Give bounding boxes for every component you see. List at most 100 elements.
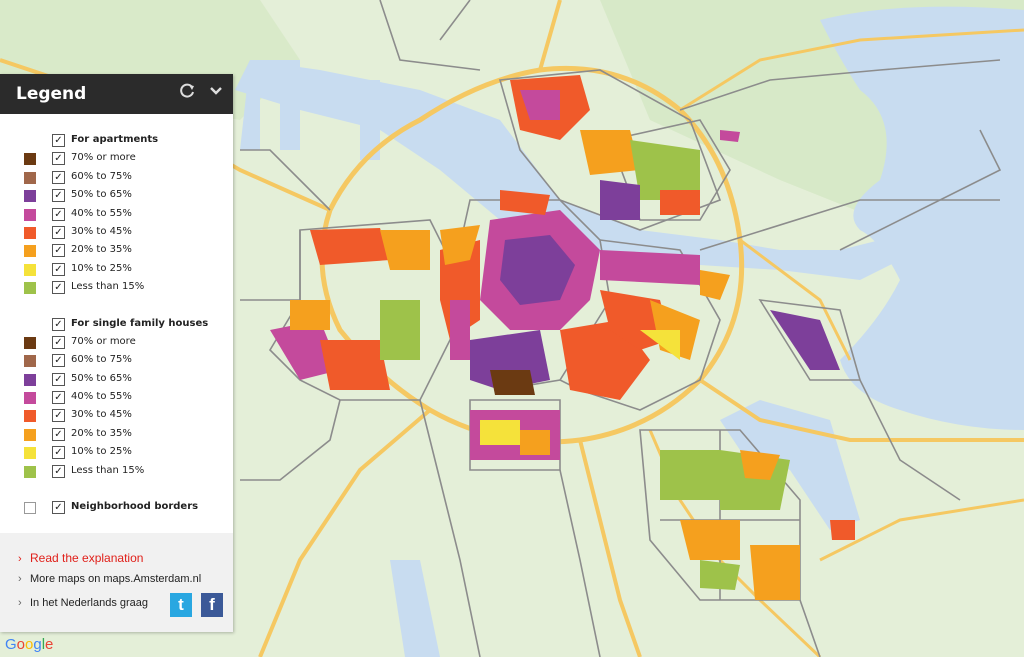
- legend-item: ✓ Less than 15%: [0, 279, 233, 297]
- legend-group-title: ✓ For single family houses: [0, 316, 233, 334]
- refresh-icon[interactable]: [178, 83, 198, 103]
- google-letter: e: [45, 636, 54, 653]
- item-checkbox[interactable]: ✓: [52, 262, 65, 276]
- legend-item: ✓ 40% to 55%: [0, 206, 233, 224]
- legend-item-label: 40% to 55%: [71, 391, 132, 403]
- legend-item: ✓ 70% or more: [0, 334, 233, 352]
- legend-spacer: [0, 481, 233, 499]
- chevron-right-icon: ›: [18, 573, 22, 585]
- facebook-button[interactable]: f: [201, 593, 223, 617]
- item-checkbox[interactable]: ✓: [52, 391, 65, 405]
- legend-item: ✓ 50% to 65%: [0, 371, 233, 389]
- legend-item-label: 60% to 75%: [71, 354, 132, 366]
- legend-spacer: [0, 298, 233, 316]
- legend-item: ✓ 30% to 45%: [0, 224, 233, 242]
- item-checkbox[interactable]: ✓: [52, 427, 65, 441]
- legend-item-label: 20% to 35%: [71, 427, 132, 439]
- color-swatch: [24, 465, 36, 478]
- legend-item: ✓ 40% to 55%: [0, 389, 233, 407]
- color-swatch: [24, 355, 36, 368]
- legend-group-title: ✓ For apartments: [0, 132, 233, 150]
- item-checkbox[interactable]: ✓: [52, 464, 65, 478]
- legend-item-label: 70% or more: [71, 152, 136, 164]
- legend-body: ✓ For apartments ✓ 70% or more ✓ 60% to 75% ✓ 5…: [0, 114, 233, 517]
- dutch-label: In het Nederlands graag: [30, 597, 149, 609]
- legend-item-label: 10% to 25%: [71, 446, 132, 458]
- google-letter: g: [33, 636, 42, 653]
- color-swatch: [24, 410, 36, 423]
- legend-item: ✓ 20% to 35%: [0, 426, 233, 444]
- item-checkbox[interactable]: ✓: [52, 335, 65, 349]
- legend-item: ✓ 50% to 65%: [0, 187, 233, 205]
- neighborhood-borders-row: ✓ Neighborhood borders: [0, 499, 233, 517]
- legend-item-label: 40% to 55%: [71, 207, 132, 219]
- color-swatch: [24, 447, 36, 460]
- legend-item: ✓ Less than 15%: [0, 463, 233, 481]
- color-swatch: [24, 245, 36, 258]
- legend-item-label: Less than 15%: [71, 464, 145, 476]
- read-explanation-label: Read the explanation: [30, 551, 144, 565]
- color-swatch: [24, 190, 36, 203]
- more-maps-link[interactable]: › More maps on maps.Amsterdam.nl: [18, 573, 201, 585]
- twitter-button[interactable]: t: [170, 593, 192, 617]
- dutch-link[interactable]: › In het Nederlands graag: [18, 597, 148, 609]
- item-checkbox[interactable]: ✓: [52, 354, 65, 368]
- color-swatch: [24, 336, 36, 349]
- borders-checkbox[interactable]: ✓: [52, 501, 65, 515]
- legend-title: Legend: [16, 84, 87, 104]
- group-checkbox[interactable]: ✓: [52, 317, 65, 331]
- border-swatch: [24, 502, 36, 515]
- legend-item-label: Less than 15%: [71, 281, 145, 293]
- color-swatch: [24, 392, 36, 405]
- item-checkbox[interactable]: ✓: [52, 409, 65, 423]
- borders-label: Neighborhood borders: [71, 501, 199, 513]
- item-checkbox[interactable]: ✓: [52, 446, 65, 460]
- group-title-label: For apartments: [71, 134, 159, 145]
- chevron-down-icon[interactable]: [206, 83, 226, 103]
- chevron-right-icon: ›: [18, 597, 22, 609]
- legend-item-label: 20% to 35%: [71, 244, 132, 256]
- color-swatch: [24, 282, 36, 295]
- legend-item: ✓ 70% or more: [0, 150, 233, 168]
- twitter-icon: t: [178, 595, 184, 614]
- item-checkbox[interactable]: ✓: [52, 189, 65, 203]
- google-letter: o: [16, 636, 26, 653]
- item-checkbox[interactable]: ✓: [52, 281, 65, 295]
- legend-header: Legend: [0, 74, 233, 114]
- chevron-right-icon: ›: [18, 553, 22, 565]
- item-checkbox[interactable]: ✓: [52, 207, 65, 221]
- more-maps-label: More maps on maps.Amsterdam.nl: [30, 573, 202, 585]
- google-logo: Google: [5, 636, 53, 653]
- item-checkbox[interactable]: ✓: [52, 152, 65, 166]
- legend-item: ✓ 10% to 25%: [0, 261, 233, 279]
- google-letter: G: [5, 636, 17, 653]
- legend-item-label: 30% to 45%: [71, 225, 132, 237]
- color-swatch: [24, 428, 36, 441]
- legend-panel: Legend ✓ For apartments ✓ 70% or more ✓ 60% t…: [0, 74, 233, 632]
- color-swatch: [24, 208, 36, 221]
- facebook-icon: f: [209, 595, 215, 614]
- color-swatch: [24, 226, 36, 239]
- legend-item-label: 10% to 25%: [71, 262, 132, 274]
- item-checkbox[interactable]: ✓: [52, 244, 65, 258]
- legend-item-label: 70% or more: [71, 335, 136, 347]
- legend-item: ✓ 30% to 45%: [0, 407, 233, 425]
- item-checkbox[interactable]: ✓: [52, 170, 65, 184]
- legend-item-label: 50% to 65%: [71, 372, 132, 384]
- legend-item: ✓ 10% to 25%: [0, 444, 233, 462]
- legend-item-label: 60% to 75%: [71, 170, 132, 182]
- read-explanation-link[interactable]: › Read the explanation: [18, 551, 143, 565]
- color-swatch: [24, 263, 36, 276]
- item-checkbox[interactable]: ✓: [52, 372, 65, 386]
- color-swatch: [24, 373, 36, 386]
- legend-item: ✓ 60% to 75%: [0, 352, 233, 370]
- color-swatch: [24, 153, 36, 166]
- legend-item-label: 30% to 45%: [71, 409, 132, 421]
- item-checkbox[interactable]: ✓: [52, 225, 65, 239]
- legend-item: ✓ 20% to 35%: [0, 242, 233, 260]
- legend-item-label: 50% to 65%: [71, 189, 132, 201]
- color-swatch: [24, 171, 36, 184]
- group-checkbox[interactable]: ✓: [52, 134, 65, 147]
- legend-item: ✓ 60% to 75%: [0, 169, 233, 187]
- group-title-label: For single family houses: [71, 317, 209, 329]
